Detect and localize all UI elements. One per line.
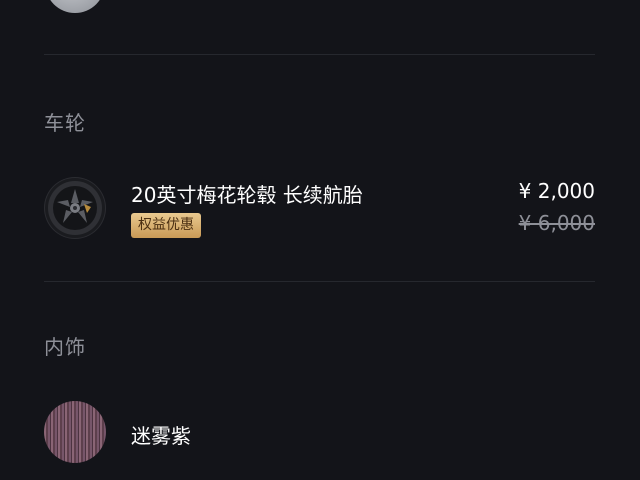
- divider: [44, 281, 595, 282]
- interior-swatch-icon: [44, 401, 106, 463]
- benefit-badge: 权益优惠: [131, 213, 201, 238]
- wheel-price: ¥ 2,000: [518, 179, 595, 203]
- section-title-wheels: 车轮: [44, 111, 86, 135]
- section-title-interior: 内饰: [44, 335, 86, 359]
- wheel-option-row[interactable]: 20英寸梅花轮毂 长续航胎 权益优惠 ¥ 2,000 ¥ 6,000: [44, 177, 595, 239]
- wheel-original-price: ¥ 6,000: [518, 211, 595, 235]
- color-swatch-partial[interactable]: [45, 0, 105, 13]
- divider: [44, 54, 595, 55]
- wheel-icon: [44, 177, 106, 239]
- interior-option-row[interactable]: 迷雾紫: [44, 401, 595, 463]
- interior-option-name: 迷雾紫: [131, 424, 191, 448]
- wheel-option-name: 20英寸梅花轮毂 长续航胎: [131, 183, 363, 207]
- options-page: 车轮 20英寸梅花轮毂 长续航胎 权益优惠 ¥ 2,000 ¥ 6,000 内饰…: [0, 0, 640, 480]
